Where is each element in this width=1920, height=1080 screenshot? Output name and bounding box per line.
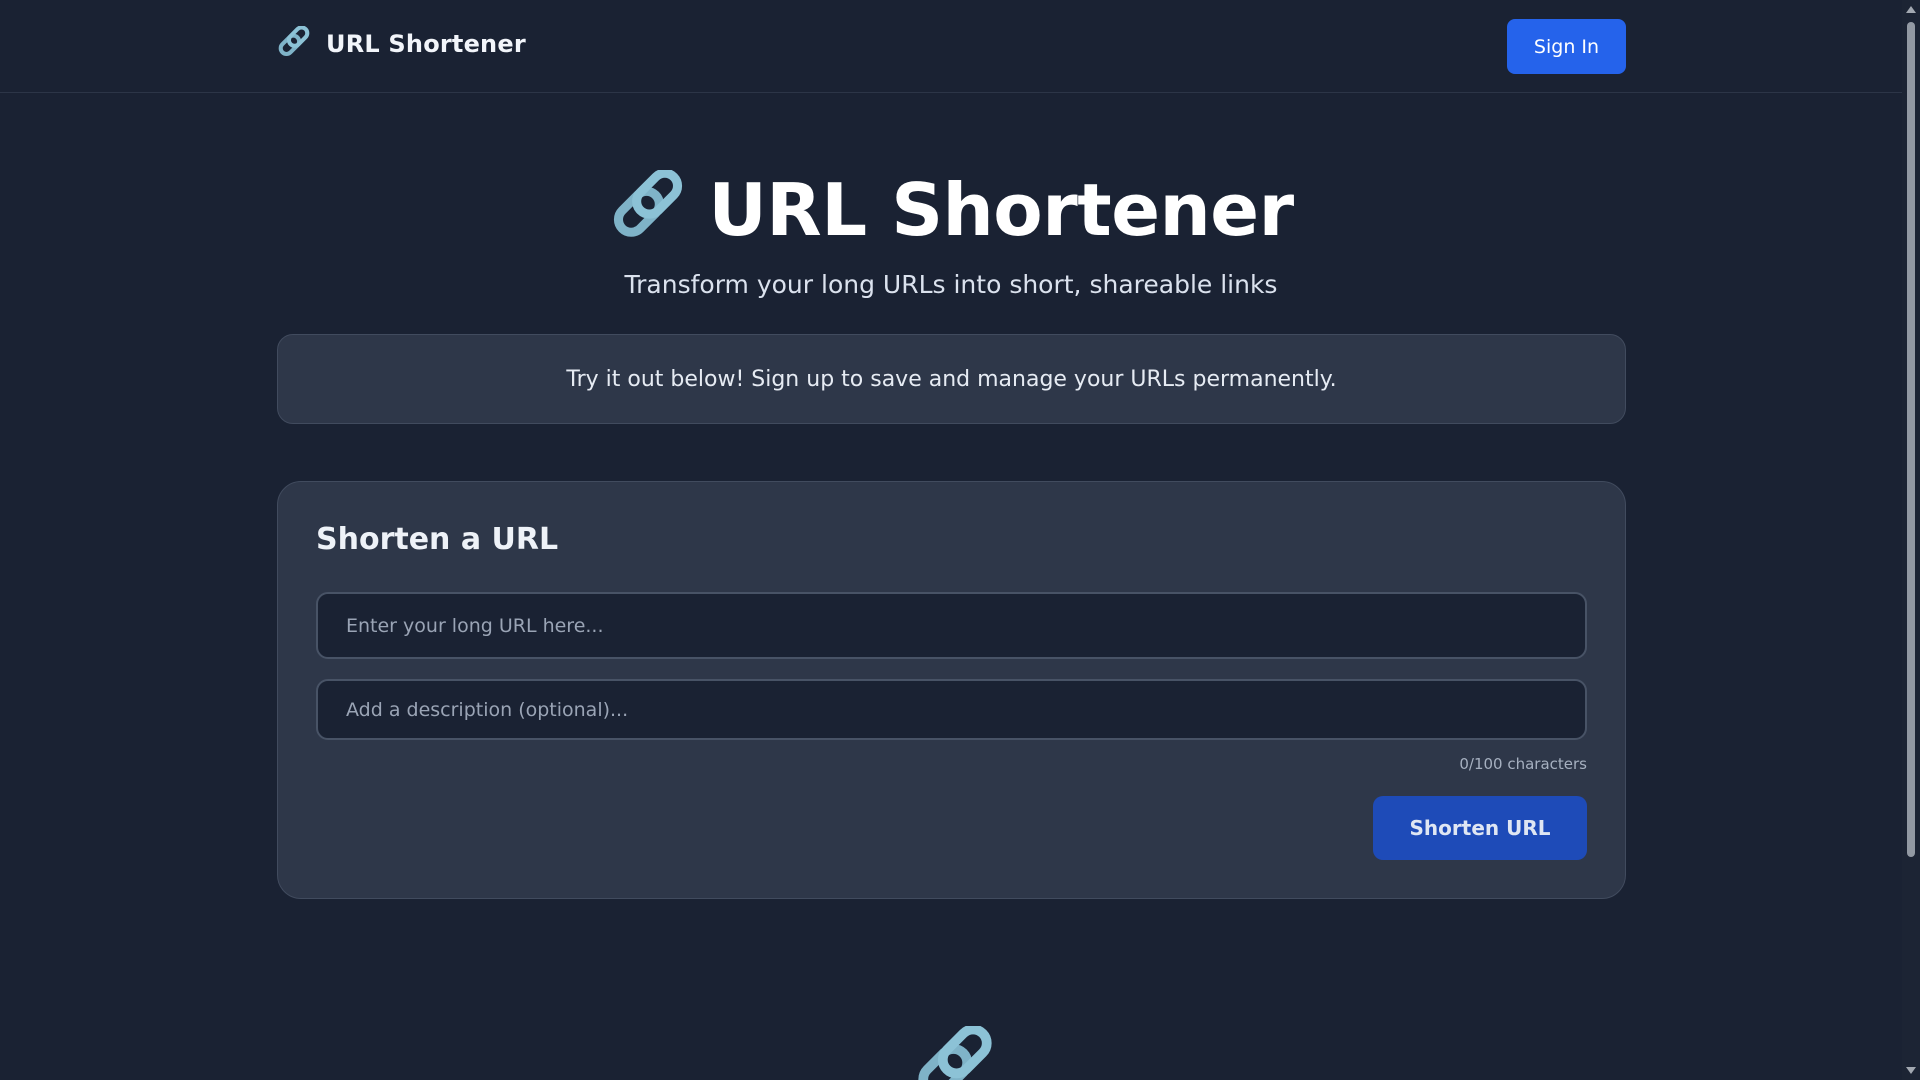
card-title: Shorten a URL — [316, 522, 559, 557]
scrollbar-thumb[interactable] — [1907, 22, 1915, 857]
brand[interactable]: URL Shortener — [276, 26, 526, 62]
vertical-scrollbar[interactable] — [1902, 0, 1920, 1080]
hero-heading: URL Shortener — [0, 168, 1902, 252]
link-icon — [276, 26, 312, 62]
page: URL Shortener Sign In URL Shortener Tran… — [0, 0, 1920, 1080]
long-url-input[interactable] — [316, 592, 1587, 659]
shorten-url-button[interactable]: Shorten URL — [1373, 796, 1587, 860]
shorten-url-card: Shorten a URL 0/100 characters Shorten U… — [277, 481, 1626, 899]
scroll-down-arrow-icon[interactable] — [1906, 1067, 1916, 1074]
sign-in-button[interactable]: Sign In — [1507, 19, 1626, 74]
link-icon — [608, 170, 688, 250]
brand-label: URL Shortener — [326, 30, 526, 58]
link-icon — [912, 1026, 998, 1080]
description-input[interactable] — [316, 679, 1587, 740]
hero-subtitle: Transform your long URLs into short, sha… — [624, 270, 1278, 299]
scroll-up-arrow-icon[interactable] — [1906, 6, 1916, 13]
info-banner: Try it out below! Sign up to save and ma… — [277, 334, 1626, 424]
top-navbar: URL Shortener Sign In — [0, 0, 1902, 93]
page-title: URL Shortener — [708, 168, 1294, 252]
character-counter: 0/100 characters — [1459, 755, 1587, 773]
